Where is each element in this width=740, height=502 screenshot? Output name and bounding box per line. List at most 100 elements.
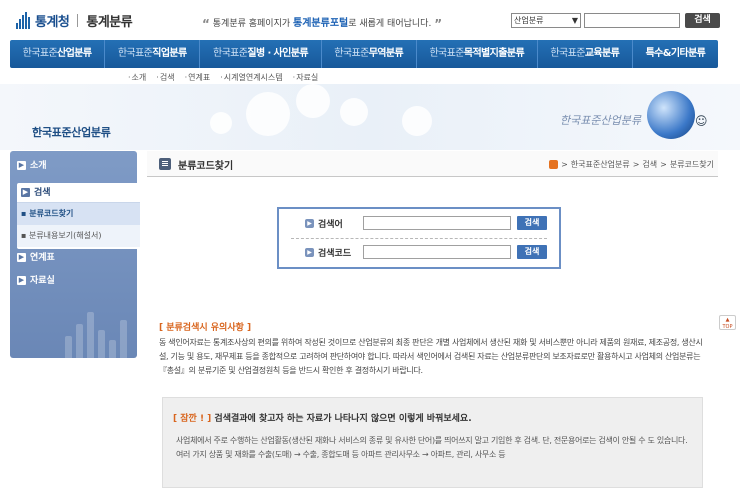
portal-notice: “ 통계분류 홈페이지가 통계분류포털로 새롭게 태어납니다. ” (202, 14, 442, 31)
banner-bubble (296, 84, 330, 118)
breadcrumb-item[interactable]: 검색 (642, 159, 657, 170)
breadcrumb: > 한국표준산업분류 > 검색 > 분류코드찾기 (549, 159, 714, 170)
nav-education[interactable]: 한국표준교육분류 (538, 40, 633, 68)
nav-prefix: 한국표준 (22, 48, 58, 59)
sub-nav: 소개 검색 연계표 시계열연계시스템 자료실 (128, 72, 319, 83)
content-header: 분류코드찾기 > 한국표준산업분류 > 검색 > 분류코드찾기 (147, 151, 718, 177)
sidebar-item-intro[interactable]: ▶ 소개 (10, 155, 137, 177)
keyword-search-row: ▶ 검색어 검색 (305, 216, 547, 230)
nav-trade[interactable]: 한국표준무역분류 (322, 40, 417, 68)
logo-divider (77, 14, 79, 27)
sidebar-search-head[interactable]: ▶ 검색 (17, 183, 140, 203)
sidebar-item-label: 자료실 (30, 276, 55, 286)
top-search: 산업분류 ▼ 검색 (511, 13, 720, 28)
keyword-search-button[interactable]: 검색 (517, 216, 547, 230)
figure-icon: ☺ (695, 114, 708, 128)
nav-label: 교육분류 (584, 48, 620, 59)
nav-label: 목적별지출분류 (463, 48, 525, 59)
nav-prefix: 한국표준 (550, 48, 585, 59)
sidebar-item-label: 소개 (30, 161, 47, 171)
notice-suffix: 로 새롭게 태어납니다. (348, 19, 432, 29)
sidebar-sub-content-view[interactable]: ▪ 분류내용보기(해설서) (17, 225, 140, 247)
keyword-input[interactable] (363, 216, 511, 230)
category-select[interactable]: 산업분류 ▼ (511, 13, 581, 28)
category-select-value: 산업분류 (514, 16, 544, 25)
subnav-archive[interactable]: 자료실 (293, 72, 318, 83)
breadcrumb-separator: > (660, 160, 667, 169)
nav-special[interactable]: 특수&기타분류 (633, 40, 718, 68)
code-label-text: 검색코드 (318, 248, 352, 259)
top-search-button[interactable]: 검색 (685, 13, 720, 28)
arrow-right-icon: ▶ (17, 276, 26, 285)
sidebar-item-linktable[interactable]: ▶ 연계표 (10, 247, 137, 269)
subnav-intro[interactable]: 소개 (128, 72, 147, 83)
nav-prefix: 한국표준 (429, 48, 464, 59)
scroll-top-label: TOP (722, 324, 733, 330)
sidebar-item-label: 검색 (34, 188, 51, 198)
nav-occupation[interactable]: 한국표준직업분류 (105, 40, 201, 68)
code-search-row: ▶ 검색코드 검색 (305, 245, 547, 259)
code-label: ▶ 검색코드 (305, 246, 363, 259)
code-search-button[interactable]: 검색 (517, 245, 547, 259)
sidebar-sub-code-finder[interactable]: ▪ 분류코드찾기 (17, 203, 140, 225)
nav-prefix: 한국표준 (334, 48, 369, 59)
nav-disease[interactable]: 한국표준질병 · 사인분류 (200, 40, 322, 68)
breadcrumb-separator: > (632, 160, 640, 169)
logo-name: 통계청 (35, 15, 70, 30)
sidebar-item-search: ▶ 검색 ▪ 분류코드찾기 ▪ 분류내용보기(해설서) (17, 183, 140, 249)
nav-expenditure[interactable]: 한국표준목적별지출분류 (417, 40, 538, 68)
banner-title: 한국표준산업분류 (32, 126, 111, 139)
document-icon (159, 158, 171, 170)
section-banner: 한국표준산업분류 한국표준산업분류 ☺ (0, 84, 740, 150)
subnav-timeseries[interactable]: 시계열연계시스템 (220, 72, 283, 83)
arrow-right-icon: ▶ (21, 188, 30, 197)
page-title: 분류코드찾기 (178, 161, 234, 172)
site-logo[interactable]: 통계청 통계분류 (16, 11, 133, 30)
notice-portal-link[interactable]: 통계분류포털 (293, 18, 348, 29)
subnav-linktable[interactable]: 연계표 (185, 72, 210, 83)
sidebar-item-archive[interactable]: ▶ 자료실 (10, 270, 137, 292)
home-icon[interactable] (549, 160, 559, 169)
banner-script: 한국표준산업분류 (560, 114, 641, 127)
notice-body: 동 색인어자료는 통계조사상의 편의를 위하여 작성된 것이므로 산업분류의 최… (159, 338, 703, 375)
globe-icon (647, 91, 695, 139)
arrow-right-icon: ▶ (305, 218, 314, 228)
logo-bars-icon (16, 12, 30, 29)
chevron-down-icon: ▼ (571, 16, 578, 25)
breadcrumb-item: 분류코드찾기 (669, 160, 714, 169)
tip-body: 사업체에서 주로 수행하는 산업활동(생산된 재화나 서비스의 종류 및 유사한… (176, 436, 688, 459)
arrow-up-icon: ▲ (725, 317, 730, 323)
breadcrumb-item[interactable]: 한국표준산업분류 (571, 159, 630, 170)
nav-industry[interactable]: 한국표준산업분류 (10, 40, 106, 68)
tip-box: [ 잠깐 ! ] 검색결과에 찾고자 하는 자료가 나타나지 않으면 이렇게 바… (162, 397, 703, 488)
nav-label: 질병 · 사인분류 (247, 48, 308, 59)
notice-prefix: 통계분류 홈페이지가 (212, 19, 294, 29)
banner-bubble (340, 98, 368, 126)
breadcrumb-separator: > (561, 160, 568, 169)
keyword-label-text: 검색어 (318, 219, 343, 230)
keyword-label: ▶ 검색어 (305, 217, 363, 230)
open-quote-icon: “ (202, 17, 210, 31)
search-divider (291, 238, 547, 239)
bar-chart-decoration-icon (65, 312, 127, 358)
nav-label: 무역분류 (368, 48, 404, 59)
search-notice: [ 분류검색시 유의사항 ] 동 색인어자료는 통계조사상의 편의를 위하여 작… (159, 320, 708, 378)
arrow-right-icon: ▶ (17, 253, 26, 262)
scroll-top-button[interactable]: ▲ TOP (719, 315, 736, 330)
banner-bubble (246, 92, 290, 136)
code-search-box: ▶ 검색어 검색 ▶ 검색코드 검색 (277, 207, 561, 269)
sidebar-item-label: 연계표 (30, 253, 55, 263)
tip-title: [ 잠깐 ! ] 검색결과에 찾고자 하는 자료가 나타나지 않으면 이렇게 바… (173, 411, 472, 424)
tip-tag: [ 잠깐 ! ] (173, 414, 212, 424)
nav-label: 직업분류 (152, 48, 187, 59)
tip-title-text: 검색결과에 찾고자 하는 자료가 나타나지 않으면 이렇게 바꿔보세요. (211, 414, 472, 424)
code-input[interactable] (363, 245, 511, 259)
sidebar: ▶ 소개 ▶ 검색 ▪ 분류코드찾기 ▪ 분류내용보기(해설서) ▶ 연계표 ▶ 자료실 (10, 151, 140, 358)
banner-bubble (402, 106, 432, 136)
top-search-input[interactable] (584, 13, 680, 28)
notice-title: [ 분류검색시 유의사항 ] (159, 323, 252, 333)
banner-bubble (210, 112, 232, 134)
nav-label: 산업분류 (57, 48, 92, 59)
nav-prefix: 한국표준 (212, 48, 248, 59)
subnav-search[interactable]: 검색 (156, 72, 175, 83)
